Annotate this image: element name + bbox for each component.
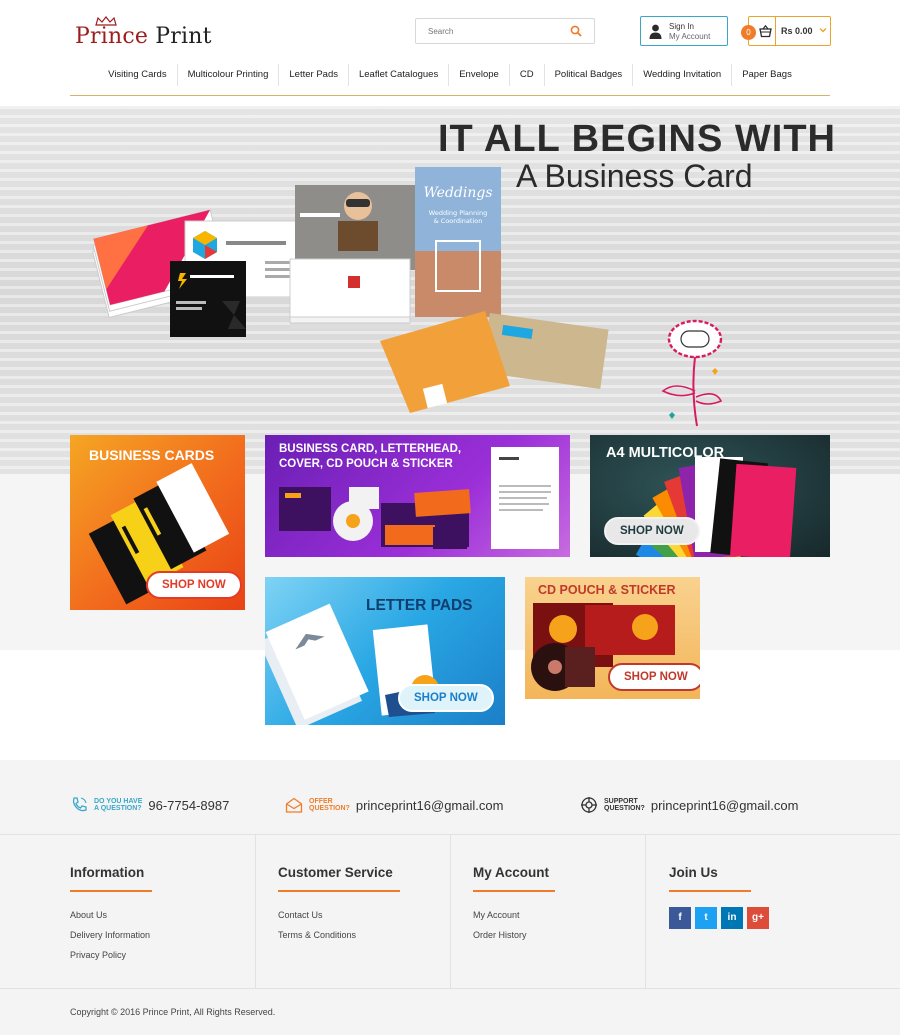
svg-text:Weddings: Weddings	[423, 185, 492, 201]
link-privacy-policy[interactable]: Privacy Policy	[70, 950, 126, 960]
phone-label-line2: A QUESTION?	[94, 805, 142, 812]
search-box	[415, 18, 595, 44]
cart-total: Rs 0.00	[781, 26, 813, 36]
link-terms-conditions[interactable]: Terms & Conditions	[278, 930, 356, 940]
offer-label: OFFER QUESTION?	[309, 798, 350, 812]
banner-cd-pouch[interactable]: CD POUCH & STICKER SHOP NOW	[525, 577, 700, 699]
search-icon[interactable]	[570, 25, 582, 37]
copyright-bar: Copyright © 2016 Prince Print, All Right…	[0, 988, 900, 1035]
footer-col-information: Information About Us Delivery Informatio…	[70, 835, 255, 988]
google-plus-icon[interactable]: g+	[747, 907, 769, 929]
hero-banner[interactable]: IT ALL BEGINS WITH A Business Card Weddi…	[0, 106, 900, 474]
link-delivery-information[interactable]: Delivery Information	[70, 930, 150, 940]
sign-in-label: Sign In	[669, 22, 694, 31]
copyright-text: Copyright © 2016 Prince Print, All Right…	[70, 1007, 276, 1017]
my-account-underline	[473, 890, 555, 892]
logo-word-1: Prince	[75, 24, 149, 49]
linkedin-icon[interactable]: in	[721, 907, 743, 929]
facebook-icon[interactable]: f	[669, 907, 691, 929]
support-icon	[581, 797, 597, 813]
a4-shop-now-button[interactable]: SHOP NOW	[604, 517, 700, 545]
business-cards-illustration: Weddings Wedding Planning & Coordination	[92, 167, 609, 413]
page: Prince Print Sign In My Account 0	[0, 0, 900, 1035]
support-label-line2: QUESTION?	[604, 805, 645, 812]
contact-bar: DO YOU HAVE A QUESTION? 96-7754-8987 OFF…	[0, 760, 900, 835]
support-email[interactable]: princeprint16@gmail.com	[651, 798, 799, 813]
hero-title: IT ALL BEGINS WITH	[438, 118, 836, 160]
footer-divider	[645, 835, 646, 988]
phone-contact: DO YOU HAVE A QUESTION? 96-7754-8987	[70, 796, 229, 814]
footer-divider	[450, 835, 451, 988]
banner-business-cards[interactable]: BUSINESS CARDS SHOP NOW	[70, 435, 245, 610]
business-cards-shop-now-button[interactable]: SHOP NOW	[146, 571, 242, 599]
link-my-account[interactable]: My Account	[473, 910, 520, 920]
my-account-heading: My Account	[473, 865, 550, 880]
banner-a4-multicolor[interactable]: A4 MULTICOLOR SHOP NOW	[590, 435, 830, 557]
chevron-down-icon	[819, 28, 827, 33]
site-header: Prince Print Sign In My Account 0	[0, 0, 900, 106]
link-contact-us[interactable]: Contact Us	[278, 910, 323, 920]
logo-word-2: Print	[155, 24, 212, 49]
search-input[interactable]	[416, 19, 556, 43]
customer-service-heading: Customer Service	[278, 865, 393, 880]
support-label: SUPPORT QUESTION?	[604, 798, 645, 812]
offer-label-line2: QUESTION?	[309, 805, 350, 812]
cart-divider	[775, 17, 776, 45]
nav-multicolour-printing[interactable]: Multicolour Printing	[178, 64, 280, 86]
support-contact: SUPPORT QUESTION? princeprint16@gmail.co…	[580, 796, 798, 814]
svg-text:& Coordination: & Coordination	[434, 217, 483, 225]
offer-email[interactable]: princeprint16@gmail.com	[356, 798, 504, 813]
phone-number[interactable]: 96-7754-8987	[148, 798, 229, 813]
user-icon	[649, 24, 662, 39]
information-underline	[70, 890, 152, 892]
letter-pads-shop-now-button[interactable]: SHOP NOW	[398, 684, 494, 712]
phone-icon	[72, 797, 87, 812]
cart-count-badge: 0	[741, 25, 756, 40]
nav-leaflet-catalogues[interactable]: Leaflet Catalogues	[349, 64, 450, 86]
flower-doodle	[661, 319, 723, 427]
link-order-history[interactable]: Order History	[473, 930, 527, 940]
cd-pouch-shop-now-button[interactable]: SHOP NOW	[608, 663, 700, 691]
nav-political-badges[interactable]: Political Badges	[545, 64, 634, 86]
envelope-icon	[285, 797, 303, 813]
nav-wedding-invitation[interactable]: Wedding Invitation	[633, 64, 733, 86]
support-label-line1: SUPPORT	[604, 798, 638, 805]
my-account-label: My Account	[669, 32, 711, 41]
nav-paper-bags[interactable]: Paper Bags	[732, 64, 802, 86]
site-footer: DO YOU HAVE A QUESTION? 96-7754-8987 OFF…	[0, 760, 900, 1035]
footer-columns: Information About Us Delivery Informatio…	[0, 835, 900, 988]
footer-divider	[255, 835, 256, 988]
link-about-us[interactable]: About Us	[70, 910, 107, 920]
nav-visiting-cards[interactable]: Visiting Cards	[98, 64, 178, 86]
phone-label: DO YOU HAVE A QUESTION?	[94, 798, 142, 812]
svg-text:Wedding Planning: Wedding Planning	[429, 209, 487, 217]
phone-label-line1: DO YOU HAVE	[94, 798, 143, 805]
nav-letter-pads[interactable]: Letter Pads	[279, 64, 349, 86]
logo-text: Prince Print	[75, 24, 212, 49]
footer-col-my-account: My Account My Account Order History	[473, 835, 645, 988]
account-button[interactable]: Sign In My Account	[640, 16, 728, 46]
banner-stationery-combo[interactable]: BUSINESS CARD, LETTERHEAD, COVER, CD POU…	[265, 435, 570, 557]
footer-col-join-us: Join Us f t in g+	[669, 835, 831, 988]
customer-service-underline	[278, 890, 400, 892]
join-us-underline	[669, 890, 751, 892]
offer-label-line1: OFFER	[309, 798, 333, 805]
information-heading: Information	[70, 865, 145, 880]
social-links: f t in g+	[669, 907, 769, 929]
join-us-heading: Join Us	[669, 865, 718, 880]
basket-icon	[759, 25, 772, 38]
banner-letter-pads[interactable]: LETTER PADS SHOP NOW	[265, 577, 505, 725]
cart-button[interactable]: 0 Rs 0.00	[741, 16, 831, 46]
stationery-artwork	[279, 447, 559, 549]
main-nav: Visiting Cards Multicolour Printing Lett…	[70, 64, 830, 96]
nav-cd[interactable]: CD	[510, 64, 545, 86]
offer-contact: OFFER QUESTION? princeprint16@gmail.com	[285, 796, 503, 814]
footer-col-customer-service: Customer Service Contact Us Terms & Cond…	[278, 835, 450, 988]
nav-envelope[interactable]: Envelope	[449, 64, 510, 86]
twitter-icon[interactable]: t	[695, 907, 717, 929]
